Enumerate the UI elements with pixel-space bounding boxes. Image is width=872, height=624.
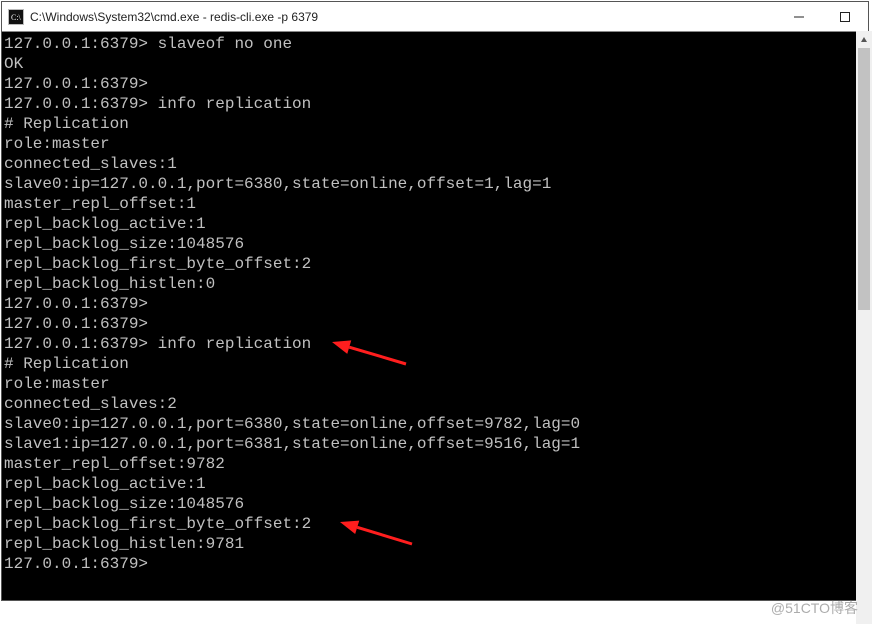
terminal-line: 127.0.0.1:6379> info replication <box>4 334 866 354</box>
terminal-line: 127.0.0.1:6379> <box>4 74 866 94</box>
terminal-line: slave0:ip=127.0.0.1,port=6380,state=onli… <box>4 174 866 194</box>
terminal-output[interactable]: 127.0.0.1:6379> slaveof no oneOK127.0.0.… <box>2 32 868 600</box>
svg-text:C:\: C:\ <box>11 13 22 22</box>
window-title: C:\Windows\System32\cmd.exe - redis-cli.… <box>30 10 776 24</box>
terminal-line: 127.0.0.1:6379> info replication <box>4 94 866 114</box>
minimize-button[interactable] <box>776 2 822 31</box>
terminal-line: repl_backlog_first_byte_offset:2 <box>4 514 866 534</box>
terminal-line: slave1:ip=127.0.0.1,port=6381,state=onli… <box>4 434 866 454</box>
scroll-up-button[interactable] <box>856 31 872 48</box>
titlebar[interactable]: C:\ C:\Windows\System32\cmd.exe - redis-… <box>2 2 868 32</box>
terminal-line: 127.0.0.1:6379> <box>4 294 866 314</box>
terminal-line: slave0:ip=127.0.0.1,port=6380,state=onli… <box>4 414 866 434</box>
terminal-line: role:master <box>4 374 866 394</box>
terminal-line: repl_backlog_first_byte_offset:2 <box>4 254 866 274</box>
window-controls <box>776 2 868 31</box>
scroll-thumb[interactable] <box>858 48 870 310</box>
terminal-line: repl_backlog_active:1 <box>4 214 866 234</box>
terminal-line: # Replication <box>4 114 866 134</box>
terminal-line: connected_slaves:2 <box>4 394 866 414</box>
terminal-line: 127.0.0.1:6379> <box>4 554 866 574</box>
terminal-line: OK <box>4 54 866 74</box>
terminal-line: 127.0.0.1:6379> <box>4 314 866 334</box>
terminal-line: repl_backlog_histlen:0 <box>4 274 866 294</box>
terminal-line: # Replication <box>4 354 866 374</box>
terminal-line: 127.0.0.1:6379> slaveof no one <box>4 34 866 54</box>
terminal-line: repl_backlog_active:1 <box>4 474 866 494</box>
terminal-line: repl_backlog_histlen:9781 <box>4 534 866 554</box>
maximize-button[interactable] <box>822 2 868 31</box>
watermark: @51CTO博客 <box>771 598 858 618</box>
terminal-line: repl_backlog_size:1048576 <box>4 494 866 514</box>
scrollbar[interactable] <box>856 31 872 624</box>
terminal-line: role:master <box>4 134 866 154</box>
cmd-icon: C:\ <box>8 9 24 25</box>
cmd-window: C:\ C:\Windows\System32\cmd.exe - redis-… <box>1 1 869 601</box>
terminal-line: master_repl_offset:9782 <box>4 454 866 474</box>
terminal-line: master_repl_offset:1 <box>4 194 866 214</box>
terminal-line: repl_backlog_size:1048576 <box>4 234 866 254</box>
terminal-line: connected_slaves:1 <box>4 154 866 174</box>
